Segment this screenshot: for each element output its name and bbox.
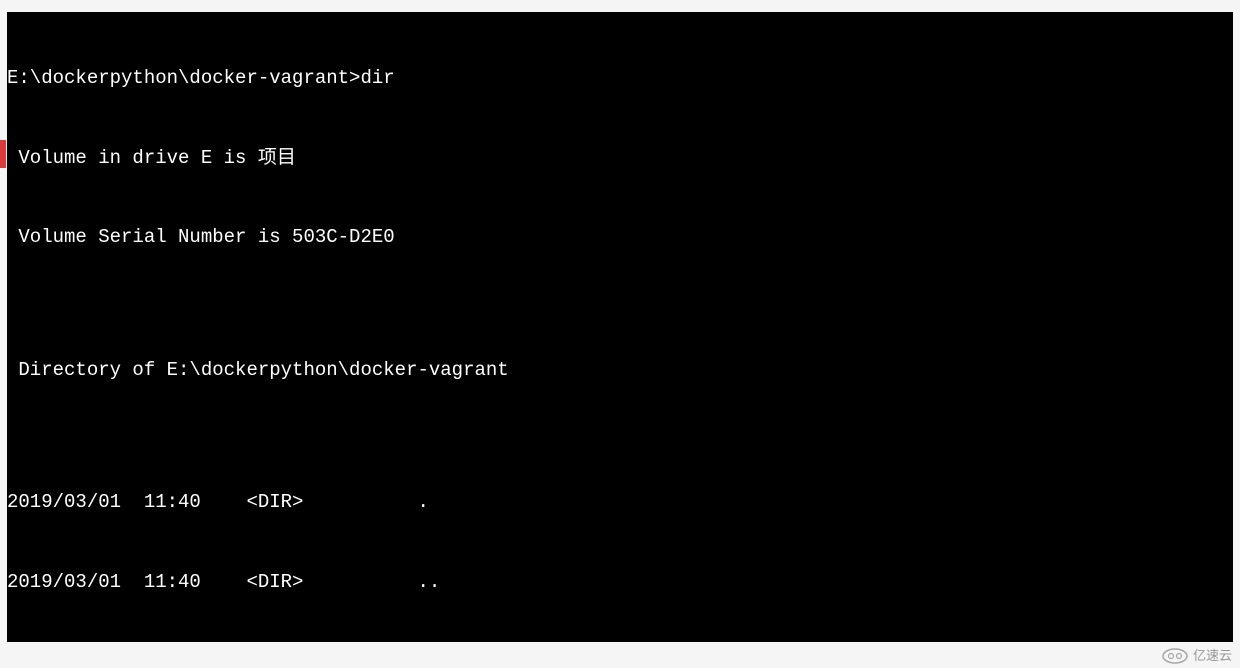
watermark-text: 亿速云 xyxy=(1193,645,1232,664)
terminal-window[interactable]: E:\dockerpython\docker-vagrant>dir Volum… xyxy=(7,12,1233,642)
terminal-line: Volume Serial Number is 503C-D2E0 xyxy=(7,224,1233,251)
cloud-icon xyxy=(1161,644,1189,664)
watermark: 亿速云 xyxy=(1161,644,1232,664)
terminal-line: 2019/03/01 11:40 <DIR> .. xyxy=(7,569,1233,596)
terminal-line: E:\dockerpython\docker-vagrant>dir xyxy=(7,65,1233,92)
terminal-line: Volume in drive E is 项目 xyxy=(7,145,1233,172)
side-marker xyxy=(0,140,6,168)
terminal-line: 2019/03/01 11:40 <DIR> . xyxy=(7,489,1233,516)
terminal-line: Directory of E:\dockerpython\docker-vagr… xyxy=(7,357,1233,384)
